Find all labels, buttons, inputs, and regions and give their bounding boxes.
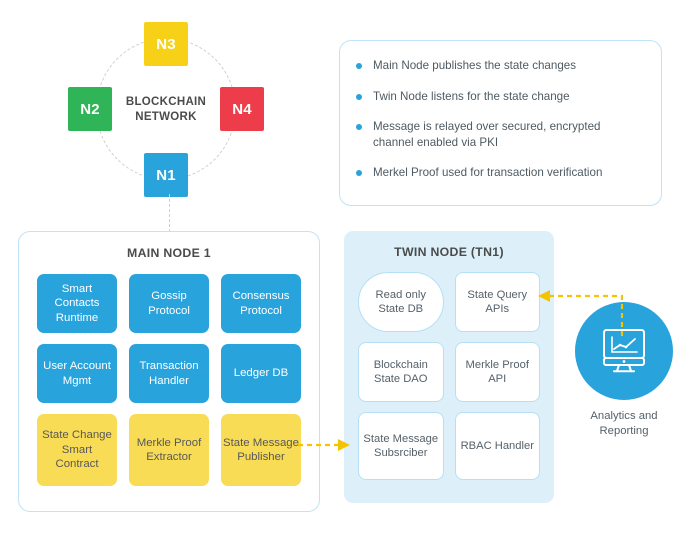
- blockchain-network-label: BLOCKCHAIN NETWORK: [107, 95, 225, 125]
- cell-label: Transaction Handler: [139, 360, 199, 387]
- blockchain-network-cluster: N3 N2 N4 N1 BLOCKCHAIN NETWORK: [60, 8, 275, 213]
- analytics-label: Analytics and Reporting: [568, 409, 680, 438]
- cell-label: State Query APIs: [467, 288, 528, 316]
- n1-to-main-node-dashed-connector: [169, 194, 170, 232]
- twin-node-panel: TWIN NODE (TN1) Read only State DB State…: [344, 231, 554, 503]
- cell-label: Merkle Proof Extractor: [136, 436, 202, 464]
- cell-label: State Message Subsrciber: [363, 432, 439, 460]
- network-node-n1-label: N1: [156, 166, 176, 184]
- cell-label: Ledger DB: [233, 367, 289, 380]
- twin-node-cell-state-message-subscriber[interactable]: State Message Subsrciber: [358, 412, 444, 480]
- cell-label: Consensus Protocol: [232, 290, 290, 317]
- cell-label: Merkle Proof API: [465, 358, 529, 386]
- cell-label: State Change Smart Contract: [42, 429, 112, 471]
- arrow-publisher-to-subscriber: [298, 439, 350, 451]
- main-node-cell-gossip-protocol[interactable]: Gossip Protocol: [129, 274, 209, 333]
- main-node-cell-state-message-publisher[interactable]: State Message Publisher: [221, 414, 301, 486]
- main-node-cell-consensus-protocol[interactable]: Consensus Protocol: [221, 274, 301, 333]
- cell-label: Read only State DB: [375, 288, 426, 316]
- network-node-n3[interactable]: N3: [144, 22, 188, 66]
- network-node-n2[interactable]: N2: [68, 87, 112, 131]
- main-node-title: MAIN NODE 1: [127, 246, 211, 260]
- network-label-line2: NETWORK: [135, 111, 197, 123]
- network-node-n1[interactable]: N1: [144, 153, 188, 197]
- network-node-n3-label: N3: [156, 35, 176, 53]
- network-node-n2-label: N2: [80, 100, 100, 118]
- bullet-item: Merkel Proof used for transaction verifi…: [356, 165, 643, 181]
- main-node-panel: MAIN NODE 1 Smart Contacts Runtime Gossi…: [18, 231, 320, 512]
- main-node-cell-merkle-proof-extractor[interactable]: Merkle Proof Extractor: [129, 414, 209, 486]
- main-node-cell-transaction-handler[interactable]: Transaction Handler: [129, 344, 209, 403]
- bullet-item: Message is relayed over secured, encrypt…: [356, 119, 643, 150]
- cell-label: Gossip Protocol: [148, 290, 190, 317]
- main-node-cell-ledger-db[interactable]: Ledger DB: [221, 344, 301, 403]
- bullet-item-text: Main Node publishes the state changes: [373, 59, 577, 72]
- bullet-item: Twin Node listens for the state change: [356, 89, 643, 105]
- bullet-dot-icon: [356, 93, 362, 100]
- network-label-line1: BLOCKCHAIN: [125, 96, 207, 108]
- bullet-item-text: Message is relayed over secured, encrypt…: [373, 120, 601, 149]
- bullet-item: Main Node publishes the state changes: [356, 58, 643, 74]
- twin-node-component-grid: Read only State DB State Query APIs Bloc…: [344, 259, 554, 480]
- main-node-component-grid: Smart Contacts Runtime Gossip Protocol C…: [19, 260, 319, 486]
- main-node-cell-state-change-smart-contract[interactable]: State Change Smart Contract: [37, 414, 117, 486]
- arrow-analytics-to-state-query: [538, 290, 624, 336]
- bullet-dot-icon: [356, 170, 362, 176]
- main-node-cell-user-account-mgmt[interactable]: User Account Mgmt: [37, 344, 117, 403]
- network-node-n4[interactable]: N4: [220, 87, 264, 131]
- cell-label: RBAC Handler: [460, 439, 534, 452]
- bullet-item-text: Twin Node listens for the state change: [373, 89, 570, 103]
- main-node-cell-smart-contacts-runtime[interactable]: Smart Contacts Runtime: [37, 274, 117, 333]
- analytics-label-line2: Reporting: [599, 424, 649, 437]
- twin-node-cell-rbac-handler[interactable]: RBAC Handler: [454, 412, 540, 480]
- cell-label: User Account Mgmt: [43, 360, 111, 387]
- bullet-callout-box: Main Node publishes the state changes Tw…: [339, 40, 662, 206]
- bullet-dot-icon: [356, 63, 362, 69]
- cell-label: State Message Publisher: [223, 436, 299, 464]
- twin-node-cell-blockchain-state-dao[interactable]: Blockchain State DAO: [358, 342, 444, 402]
- network-node-n4-label: N4: [232, 100, 252, 118]
- bullet-item-text: Merkel Proof used for transaction verifi…: [373, 166, 603, 179]
- twin-node-cell-read-only-state-db[interactable]: Read only State DB: [358, 272, 444, 332]
- bullet-dot-icon: [356, 124, 362, 130]
- diagram-canvas: N3 N2 N4 N1 BLOCKCHAIN NETWORK Main Node…: [0, 0, 700, 533]
- twin-node-cell-merkle-proof-api[interactable]: Merkle Proof API: [454, 342, 540, 402]
- cell-label: Blockchain State DAO: [373, 358, 428, 386]
- cell-label: Smart Contacts Runtime: [54, 282, 100, 324]
- analytics-label-line1: Analytics and: [590, 410, 658, 422]
- twin-node-title: TWIN NODE (TN1): [394, 245, 504, 259]
